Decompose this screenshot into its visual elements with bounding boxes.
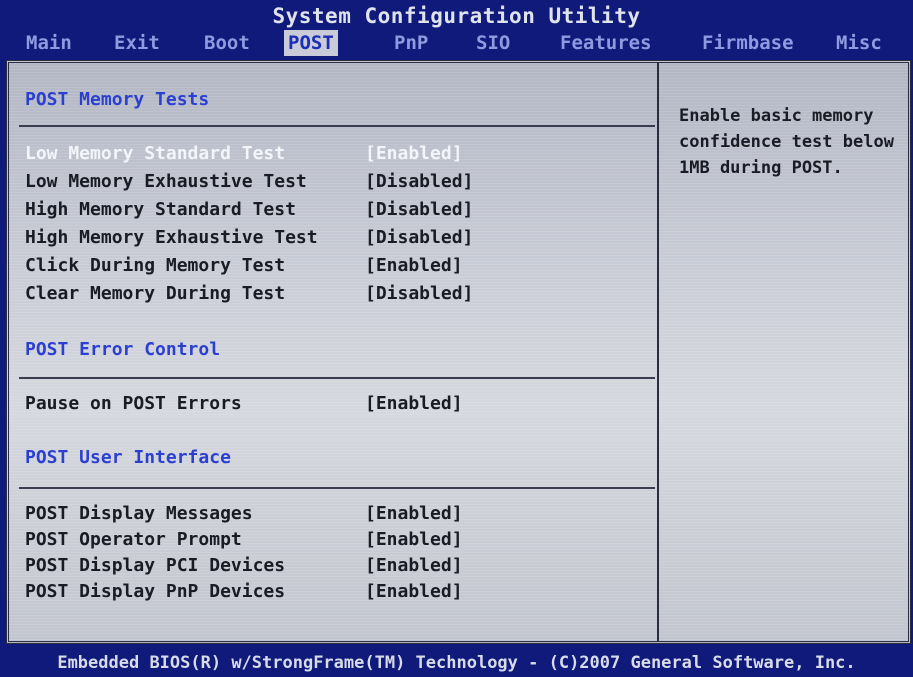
- divider: [19, 377, 655, 379]
- setting-low-memory-exhaustive-test[interactable]: Low Memory Exhaustive Test [Disabled]: [25, 171, 645, 197]
- help-line: confidence test below: [679, 132, 894, 152]
- bios-screen: System Configuration Utility Main Exit B…: [0, 0, 913, 677]
- setting-high-memory-standard-test[interactable]: High Memory Standard Test [Disabled]: [25, 199, 645, 225]
- utility-title: System Configuration Utility: [272, 4, 641, 28]
- divider: [19, 487, 655, 489]
- setting-low-memory-standard-test[interactable]: Low Memory Standard Test [Enabled]: [25, 143, 645, 169]
- setting-post-display-pnp-devices[interactable]: POST Display PnP Devices [Enabled]: [25, 581, 645, 607]
- setting-value[interactable]: [Enabled]: [365, 143, 463, 164]
- divider: [19, 125, 655, 127]
- tab-exit[interactable]: Exit: [110, 30, 164, 56]
- setting-label: Clear Memory During Test: [25, 283, 286, 304]
- setting-post-display-pci-devices[interactable]: POST Display PCI Devices [Enabled]: [25, 555, 645, 581]
- tab-firmbase[interactable]: Firmbase: [698, 30, 798, 56]
- tab-misc[interactable]: Misc: [832, 30, 886, 56]
- help-line: 1MB during POST.: [679, 158, 843, 178]
- setting-label: High Memory Standard Test: [25, 199, 296, 220]
- settings-panel: POST Memory Tests Low Memory Standard Te…: [6, 60, 911, 644]
- setting-value[interactable]: [Disabled]: [365, 283, 473, 304]
- setting-label: POST Operator Prompt: [25, 529, 242, 550]
- setting-click-during-memory-test[interactable]: Click During Memory Test [Enabled]: [25, 255, 645, 281]
- menu-bar: Main Exit Boot POST PnP SIO Features Fir…: [0, 30, 913, 58]
- setting-value[interactable]: [Disabled]: [365, 199, 473, 220]
- setting-pause-on-post-errors[interactable]: Pause on POST Errors [Enabled]: [25, 393, 645, 419]
- tab-sio[interactable]: SIO: [472, 30, 514, 56]
- setting-value[interactable]: [Disabled]: [365, 171, 473, 192]
- help-divider: [657, 63, 659, 641]
- setting-label: Low Memory Exhaustive Test: [25, 171, 307, 192]
- setting-label: High Memory Exhaustive Test: [25, 227, 318, 248]
- setting-high-memory-exhaustive-test[interactable]: High Memory Exhaustive Test [Disabled]: [25, 227, 645, 253]
- setting-value[interactable]: [Enabled]: [365, 393, 463, 414]
- setting-post-display-messages[interactable]: POST Display Messages [Enabled]: [25, 503, 645, 529]
- setting-value[interactable]: [Enabled]: [365, 555, 463, 576]
- section-title-memory-tests: POST Memory Tests: [25, 89, 210, 110]
- tab-boot[interactable]: Boot: [200, 30, 254, 56]
- section-title-user-interface: POST User Interface: [25, 447, 231, 468]
- help-text: Enable basic memory confidence test belo…: [679, 103, 907, 181]
- setting-value[interactable]: [Enabled]: [365, 581, 463, 602]
- help-line: Enable basic memory: [679, 106, 874, 126]
- setting-value[interactable]: [Enabled]: [365, 255, 463, 276]
- setting-label: POST Display Messages: [25, 503, 253, 524]
- section-title-error-control: POST Error Control: [25, 339, 221, 360]
- setting-label: POST Display PCI Devices: [25, 555, 286, 576]
- setting-clear-memory-during-test[interactable]: Clear Memory During Test [Disabled]: [25, 283, 645, 309]
- setting-post-operator-prompt[interactable]: POST Operator Prompt [Enabled]: [25, 529, 645, 555]
- status-footer: Embedded BIOS(R) w/StrongFrame(TM) Techn…: [57, 653, 856, 673]
- setting-label: Click During Memory Test: [25, 255, 286, 276]
- setting-label: Pause on POST Errors: [25, 393, 242, 414]
- tab-features[interactable]: Features: [556, 30, 656, 56]
- setting-label: POST Display PnP Devices: [25, 581, 286, 602]
- setting-value[interactable]: [Enabled]: [365, 529, 463, 550]
- tab-main[interactable]: Main: [22, 30, 76, 56]
- tab-post[interactable]: POST: [284, 30, 338, 56]
- setting-value[interactable]: [Enabled]: [365, 503, 463, 524]
- setting-label: Low Memory Standard Test: [25, 143, 286, 164]
- tab-pnp[interactable]: PnP: [390, 30, 432, 56]
- setting-value[interactable]: [Disabled]: [365, 227, 473, 248]
